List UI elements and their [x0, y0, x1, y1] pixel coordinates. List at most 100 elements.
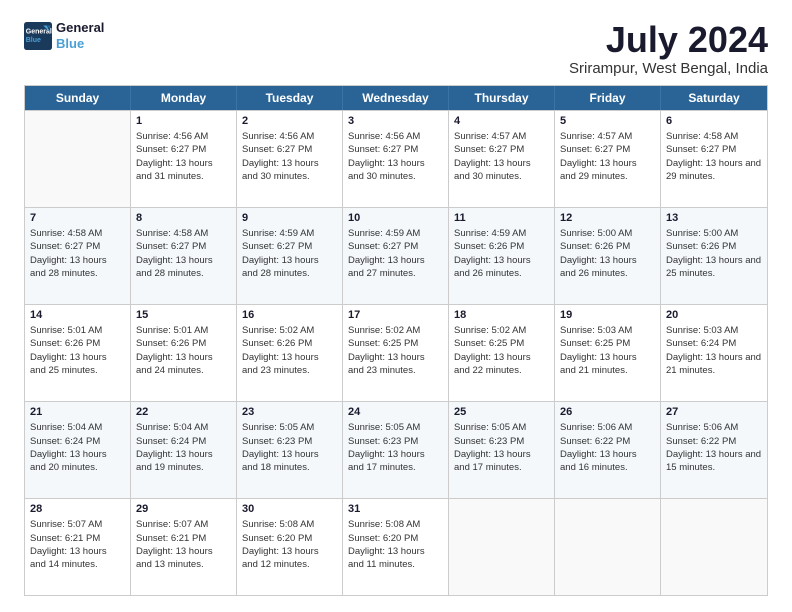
calendar-cell: 2Sunrise: 4:56 AMSunset: 6:27 PMDaylight…	[237, 111, 343, 207]
calendar-cell: 7Sunrise: 4:58 AMSunset: 6:27 PMDaylight…	[25, 208, 131, 304]
header-day-wednesday: Wednesday	[343, 86, 449, 110]
logo-text-line2: Blue	[56, 36, 104, 52]
page: General Blue General Blue July 2024 Srir…	[0, 0, 792, 612]
calendar-row-3: 14 Sunrise: 5:01 AM Sunset: 6:26 PM Dayligh…	[25, 304, 767, 401]
sunrise-text: Sunrise: 5:05 AM	[454, 422, 526, 433]
sunrise-text: Sunrise: 5:00 AM	[560, 228, 632, 239]
day-number: 5	[560, 114, 655, 129]
daylight-text: Daylight: 13 hours and 25 minutes.	[666, 255, 761, 279]
calendar-cell: 12Sunrise: 5:00 AMSunset: 6:26 PMDayligh…	[555, 208, 661, 304]
daylight-text: Daylight: 13 hours and 29 minutes.	[560, 158, 637, 182]
day-number: 14	[30, 308, 125, 323]
calendar-header: SundayMondayTuesdayWednesdayThursdayFrid…	[25, 86, 767, 110]
sunset-text: Sunset: 6:25 PM	[348, 338, 418, 349]
daylight-text: Daylight: 13 hours and 11 minutes.	[348, 546, 425, 570]
sunset-text: Sunset: 6:26 PM	[560, 241, 630, 252]
sunset-text: Sunset: 6:22 PM	[666, 436, 736, 447]
day-number: 19	[560, 308, 655, 323]
sunset-text: Sunset: 6:27 PM	[30, 241, 100, 252]
calendar-cell: 4Sunrise: 4:57 AMSunset: 6:27 PMDaylight…	[449, 111, 555, 207]
calendar-cell: 19Sunrise: 5:03 AMSunset: 6:25 PMDayligh…	[555, 305, 661, 401]
calendar-cell: 14Sunrise: 5:01 AMSunset: 6:26 PMDayligh…	[25, 305, 131, 401]
sunset-text: Sunset: 6:27 PM	[136, 241, 206, 252]
sunrise-text: Sunrise: 5:04 AM	[136, 422, 208, 433]
daylight-text: Daylight: 13 hours and 12 minutes.	[242, 546, 319, 570]
sunset-text: Sunset: 6:27 PM	[242, 144, 312, 155]
calendar-cell: 20Sunrise: 5:03 AMSunset: 6:24 PMDayligh…	[661, 305, 767, 401]
day-number: 7	[30, 211, 125, 226]
header: General Blue General Blue July 2024 Srir…	[24, 20, 768, 77]
sunrise-text: Sunrise: 4:59 AM	[348, 228, 420, 239]
sunrise-text: Sunrise: 5:06 AM	[560, 422, 632, 433]
sunset-text: Sunset: 6:21 PM	[136, 533, 206, 544]
daylight-text: Daylight: 13 hours and 30 minutes.	[242, 158, 319, 182]
calendar-cell: 6Sunrise: 4:58 AMSunset: 6:27 PMDaylight…	[661, 111, 767, 207]
calendar-cell: 31Sunrise: 5:08 AMSunset: 6:20 PMDayligh…	[343, 499, 449, 595]
sunset-text: Sunset: 6:21 PM	[30, 533, 100, 544]
daylight-text: Daylight: 13 hours and 22 minutes.	[454, 352, 531, 376]
daylight-text: Daylight: 13 hours and 29 minutes.	[666, 158, 761, 182]
calendar-row-5: 28 Sunrise: 5:07 AM Sunset: 6:21 PM Dayligh…	[25, 498, 767, 595]
logo-text-line1: General	[56, 20, 104, 36]
daylight-text: Daylight: 13 hours and 14 minutes.	[30, 546, 107, 570]
sunrise-text: Sunrise: 5:00 AM	[666, 228, 738, 239]
daylight-text: Daylight: 13 hours and 13 minutes.	[136, 546, 213, 570]
calendar-cell: 24Sunrise: 5:05 AMSunset: 6:23 PMDayligh…	[343, 402, 449, 498]
day-number: 13	[666, 211, 762, 226]
day-number: 4	[454, 114, 549, 129]
sunset-text: Sunset: 6:26 PM	[666, 241, 736, 252]
sunset-text: Sunset: 6:27 PM	[348, 241, 418, 252]
day-number: 23	[242, 405, 337, 420]
daylight-text: Daylight: 13 hours and 24 minutes.	[136, 352, 213, 376]
calendar-cell: 28 Sunrise: 5:07 AM Sunset: 6:21 PM Dayligh…	[25, 499, 131, 595]
daylight-text: Daylight: 13 hours and 30 minutes.	[348, 158, 425, 182]
calendar-cell: 22Sunrise: 5:04 AMSunset: 6:24 PMDayligh…	[131, 402, 237, 498]
daylight-text: Daylight: 13 hours and 28 minutes.	[136, 255, 213, 279]
day-number: 18	[454, 308, 549, 323]
day-number: 28	[30, 502, 125, 517]
sunrise-text: Sunrise: 5:02 AM	[454, 325, 526, 336]
header-day-monday: Monday	[131, 86, 237, 110]
sunrise-text: Sunrise: 5:06 AM	[666, 422, 738, 433]
header-day-saturday: Saturday	[661, 86, 767, 110]
calendar-body: 1Sunrise: 4:56 AMSunset: 6:27 PMDaylight…	[25, 110, 767, 595]
logo: General Blue General Blue	[24, 20, 104, 51]
day-number: 11	[454, 211, 549, 226]
daylight-text: Daylight: 13 hours and 23 minutes.	[348, 352, 425, 376]
subtitle: Srirampur, West Bengal, India	[569, 60, 768, 77]
calendar-cell	[25, 111, 131, 207]
daylight-text: Daylight: 13 hours and 26 minutes.	[454, 255, 531, 279]
sunset-text: Sunset: 6:26 PM	[30, 338, 100, 349]
day-number: 21	[30, 405, 125, 420]
main-title: July 2024	[569, 20, 768, 60]
day-number: 26	[560, 405, 655, 420]
sunrise-text: Sunrise: 5:07 AM	[30, 519, 102, 530]
calendar-cell: 21Sunrise: 5:04 AMSunset: 6:24 PMDayligh…	[25, 402, 131, 498]
calendar-cell	[661, 499, 767, 595]
sunrise-text: Sunrise: 5:02 AM	[348, 325, 420, 336]
header-day-sunday: Sunday	[25, 86, 131, 110]
day-number: 10	[348, 211, 443, 226]
sunrise-text: Sunrise: 4:56 AM	[242, 131, 314, 142]
sunrise-text: Sunrise: 5:03 AM	[666, 325, 738, 336]
calendar-cell: 9Sunrise: 4:59 AMSunset: 6:27 PMDaylight…	[237, 208, 343, 304]
daylight-text: Daylight: 13 hours and 28 minutes.	[242, 255, 319, 279]
calendar: SundayMondayTuesdayWednesdayThursdayFrid…	[24, 85, 768, 596]
calendar-cell: 17Sunrise: 5:02 AMSunset: 6:25 PMDayligh…	[343, 305, 449, 401]
day-number: 12	[560, 211, 655, 226]
calendar-cell: 10Sunrise: 4:59 AMSunset: 6:27 PMDayligh…	[343, 208, 449, 304]
sunrise-text: Sunrise: 5:05 AM	[242, 422, 314, 433]
daylight-text: Daylight: 13 hours and 17 minutes.	[454, 449, 531, 473]
day-number: 8	[136, 211, 231, 226]
calendar-cell: 5Sunrise: 4:57 AMSunset: 6:27 PMDaylight…	[555, 111, 661, 207]
day-number: 3	[348, 114, 443, 129]
sunset-text: Sunset: 6:23 PM	[242, 436, 312, 447]
sunset-text: Sunset: 6:27 PM	[666, 144, 736, 155]
sunrise-text: Sunrise: 5:01 AM	[30, 325, 102, 336]
sunset-text: Sunset: 6:24 PM	[666, 338, 736, 349]
sunset-text: Sunset: 6:27 PM	[348, 144, 418, 155]
sunset-text: Sunset: 6:23 PM	[348, 436, 418, 447]
daylight-text: Daylight: 13 hours and 16 minutes.	[560, 449, 637, 473]
sunrise-text: Sunrise: 4:57 AM	[454, 131, 526, 142]
daylight-text: Daylight: 13 hours and 28 minutes.	[30, 255, 107, 279]
